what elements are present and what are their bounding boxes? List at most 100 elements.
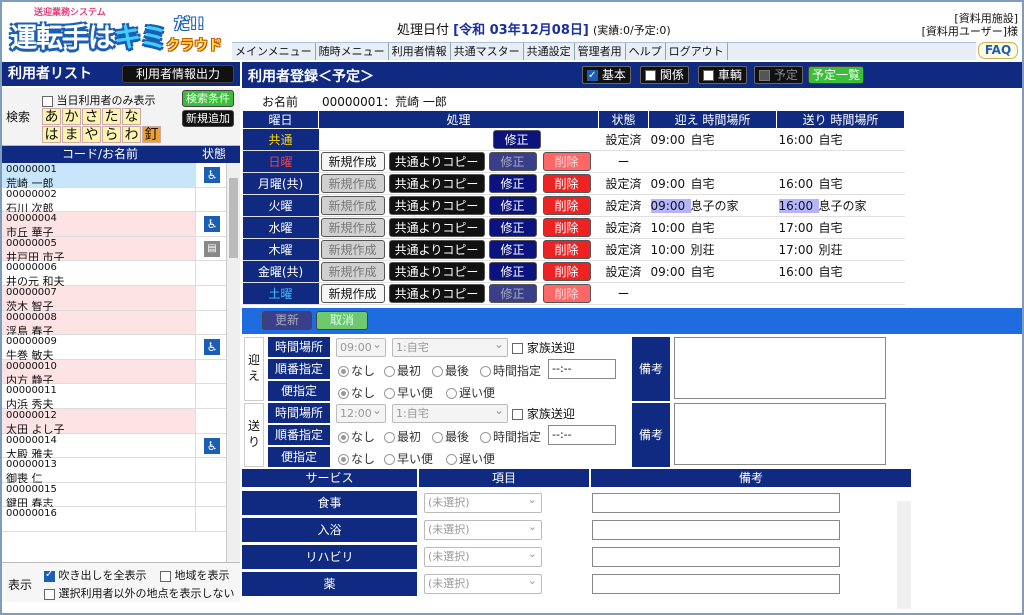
user-list-item[interactable]: 00000013 御喪 仁 xyxy=(2,458,226,485)
tab-schedule[interactable]: 予定 xyxy=(754,66,803,84)
kana-ta[interactable]: た xyxy=(102,108,121,125)
services-scrollbar[interactable] xyxy=(897,501,911,609)
dropoff-remarks-textarea[interactable] xyxy=(674,403,886,465)
kana-other[interactable]: 釘 xyxy=(142,126,161,143)
kana-ha[interactable]: は xyxy=(42,126,61,143)
user-list-item[interactable]: 00000015 鍵田 春志 xyxy=(2,482,226,510)
service-bath-select[interactable]: (未選択) xyxy=(424,518,542,540)
hide-points-option[interactable]: 選択利用者以外の地点を表示しない xyxy=(44,585,235,601)
menu-user-info[interactable]: 利用者情報 xyxy=(389,43,451,60)
app-logo[interactable]: 送迎業務システム 運転手はキミ だ!! クラウド xyxy=(6,4,228,58)
new-create-button[interactable]: 新規作成 xyxy=(320,240,385,259)
user-list-scrollbar[interactable] xyxy=(226,163,240,562)
edit-button[interactable]: 修正 xyxy=(488,152,537,171)
user-list-item[interactable]: 00000006 井の元 和夫 xyxy=(2,261,226,288)
service-rehab-remarks[interactable] xyxy=(592,547,840,567)
dropoff-order-none[interactable]: なし xyxy=(338,428,375,445)
new-create-button[interactable]: 新規作成 xyxy=(320,196,385,215)
tab-relations[interactable]: 関係 xyxy=(640,66,689,84)
edit-button[interactable]: 修正 xyxy=(488,218,537,237)
copy-from-common-button[interactable]: 共通よりコピー xyxy=(388,218,485,237)
pickup-order-none[interactable]: なし xyxy=(338,362,375,379)
kana-ka[interactable]: か xyxy=(62,108,81,125)
user-list-item[interactable]: 00000012 太田 よし子 xyxy=(2,408,226,436)
delete-button[interactable]: 削除 xyxy=(542,218,591,237)
edit-button[interactable]: 修正 xyxy=(492,130,541,149)
user-list-item[interactable]: 00000009 牛巻 敏夫 ♿ xyxy=(2,335,226,362)
new-add-button[interactable]: 新規追加 xyxy=(182,110,234,127)
service-bath-remarks[interactable] xyxy=(592,520,840,540)
show-balloon-option[interactable]: 吹き出しを全表示 xyxy=(44,567,147,583)
service-meal-select[interactable]: (未選択) xyxy=(424,491,542,513)
kana-a[interactable]: あ xyxy=(42,108,61,125)
user-list-item[interactable]: 00000001 荒崎 一郎 ♿ xyxy=(2,163,226,190)
copy-from-common-button[interactable]: 共通よりコピー xyxy=(388,152,485,171)
dropoff-order-time[interactable]: 時間指定 xyxy=(480,428,541,445)
kana-na[interactable]: な xyxy=(122,108,141,125)
user-list-item[interactable]: 00000016 xyxy=(2,507,226,532)
user-list-item[interactable]: 00000010 内方 静子 xyxy=(2,359,226,387)
pickup-order-time[interactable]: 時間指定 xyxy=(480,362,541,379)
menu-common-master[interactable]: 共通マスター xyxy=(451,43,524,60)
pickup-remarks-textarea[interactable] xyxy=(674,337,886,399)
service-medicine-select[interactable]: (未選択) xyxy=(424,572,542,594)
update-button[interactable]: 更新 xyxy=(262,311,312,330)
user-list-item[interactable]: 00000004 市丘 華子 ♿ xyxy=(2,212,226,239)
user-list-item[interactable]: 00000008 浮島 春子 xyxy=(2,310,226,338)
edit-button[interactable]: 修正 xyxy=(488,284,537,303)
copy-from-common-button[interactable]: 共通よりコピー xyxy=(388,196,485,215)
hide-points-checkbox[interactable] xyxy=(44,588,55,600)
today-only-checkbox[interactable] xyxy=(42,95,53,107)
pickup-flight-none[interactable]: なし xyxy=(338,384,375,401)
copy-from-common-button[interactable]: 共通よりコピー xyxy=(388,284,485,303)
pickup-order-last[interactable]: 最後 xyxy=(432,362,469,379)
service-medicine-remarks[interactable] xyxy=(592,574,840,594)
dropoff-family-option[interactable]: 家族送迎 xyxy=(512,405,575,422)
pickup-order-time-input[interactable]: --:-- xyxy=(548,359,616,379)
service-rehab-select[interactable]: (未選択) xyxy=(424,545,542,567)
tab-basic[interactable]: 基本 xyxy=(582,66,631,84)
copy-from-common-button[interactable]: 共通よりコピー xyxy=(388,240,485,259)
pickup-time-select[interactable]: 09:00 xyxy=(336,336,386,357)
new-create-button[interactable]: 新規作成 xyxy=(320,174,385,193)
kana-sa[interactable]: さ xyxy=(82,108,101,125)
scrollbar-thumb[interactable] xyxy=(229,178,238,258)
new-create-button[interactable]: 新規作成 xyxy=(320,218,385,237)
dropoff-place-select[interactable]: 1:自宅 xyxy=(392,402,508,423)
kana-ma[interactable]: ま xyxy=(62,126,81,143)
menu-help[interactable]: ヘルプ xyxy=(626,43,666,60)
edit-button[interactable]: 修正 xyxy=(488,196,537,215)
pickup-order-first[interactable]: 最初 xyxy=(384,362,421,379)
dropoff-flight-early[interactable]: 早い便 xyxy=(384,450,433,467)
edit-button[interactable]: 修正 xyxy=(488,262,537,281)
kana-ra[interactable]: ら xyxy=(102,126,121,143)
new-create-button[interactable]: 新規作成 xyxy=(320,262,385,281)
pickup-flight-late[interactable]: 遅い便 xyxy=(446,384,495,401)
delete-button[interactable]: 削除 xyxy=(542,240,591,259)
menu-adhoc[interactable]: 随時メニュー xyxy=(316,43,389,60)
today-only-option[interactable]: 当日利用者のみ表示 xyxy=(42,92,156,108)
schedule-list-button[interactable]: 予定一覧 xyxy=(808,66,864,84)
service-meal-remarks[interactable] xyxy=(592,493,840,513)
user-list-item[interactable]: 00000014 大殿 雅夫 ♿ xyxy=(2,433,226,461)
dropoff-order-first[interactable]: 最初 xyxy=(384,428,421,445)
menu-logout[interactable]: ログアウト xyxy=(666,43,728,60)
show-area-option[interactable]: 地域を表示 xyxy=(160,567,230,583)
delete-button[interactable]: 削除 xyxy=(542,284,591,303)
dropoff-order-time-input[interactable]: --:-- xyxy=(548,425,616,445)
kana-ya[interactable]: や xyxy=(82,126,101,143)
cancel-button[interactable]: 取消 xyxy=(316,311,368,330)
user-list-item[interactable]: 00000002 石川 次郎 xyxy=(2,187,226,215)
user-list-item[interactable]: 00000005 井戸田 市子 ▤ xyxy=(2,236,226,264)
copy-from-common-button[interactable]: 共通よりコピー xyxy=(388,262,485,281)
delete-button[interactable]: 削除 xyxy=(542,152,591,171)
kana-wa[interactable]: わ xyxy=(122,126,141,143)
menu-admin[interactable]: 管理者用 xyxy=(575,43,626,60)
dropoff-flight-none[interactable]: なし xyxy=(338,450,375,467)
copy-from-common-button[interactable]: 共通よりコピー xyxy=(388,174,485,193)
faq-button[interactable]: FAQ xyxy=(978,42,1018,59)
dropoff-flight-late[interactable]: 遅い便 xyxy=(446,450,495,467)
tab-vehicle[interactable]: 車輌 xyxy=(698,66,747,84)
new-create-button[interactable]: 新規作成 xyxy=(320,152,385,171)
edit-button[interactable]: 修正 xyxy=(488,240,537,259)
